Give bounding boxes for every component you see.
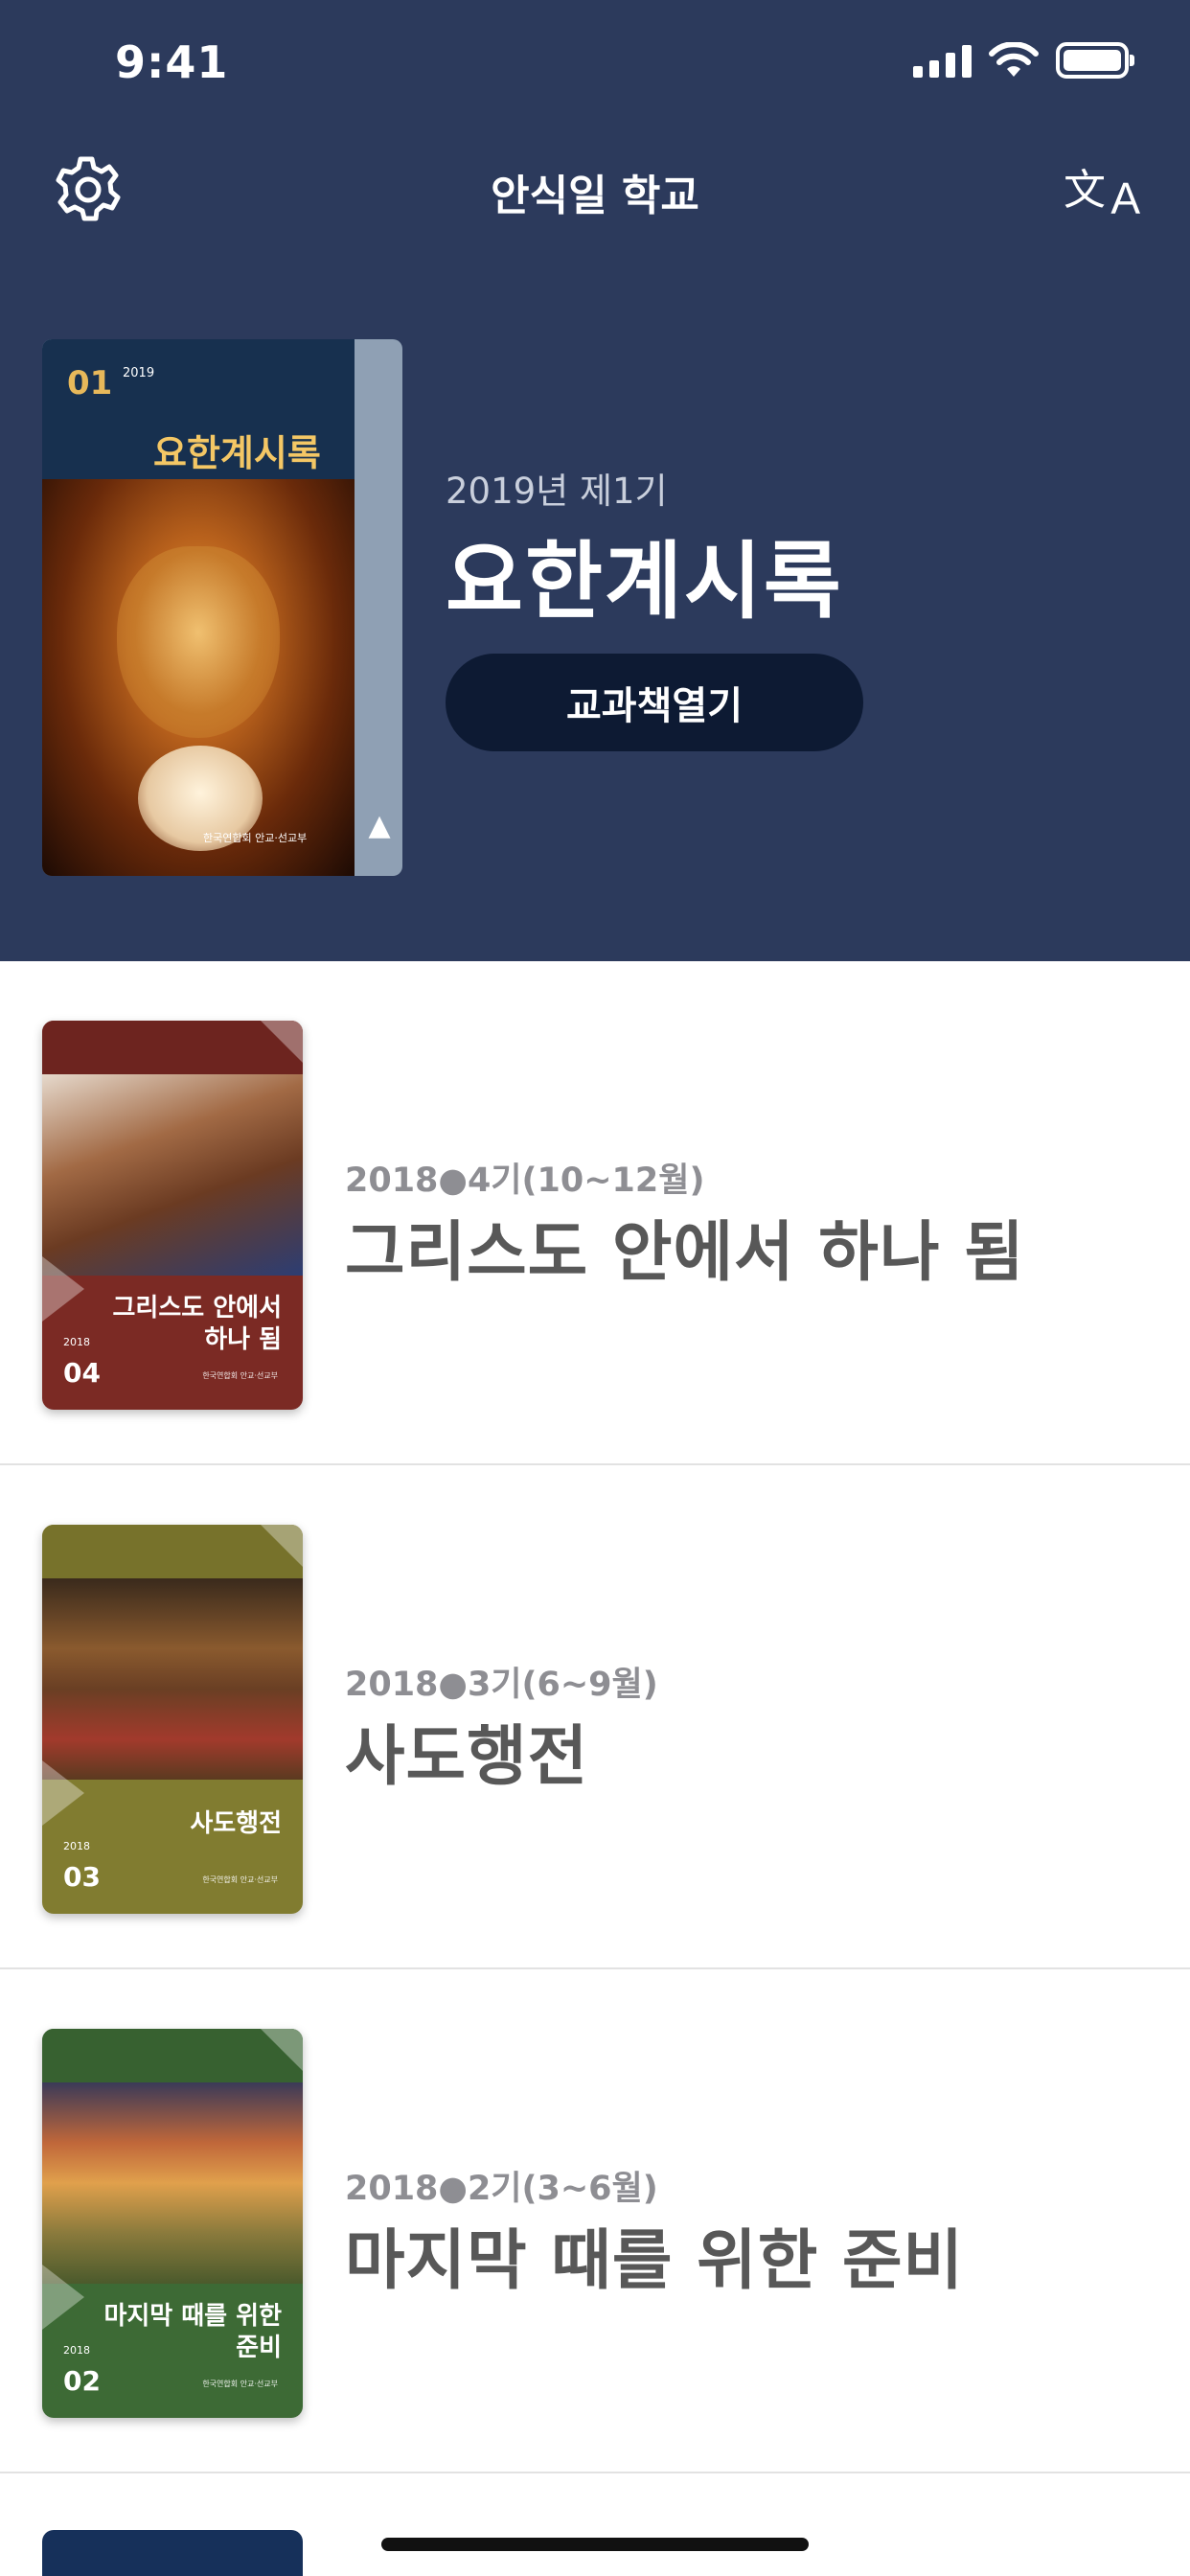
cover-acts-image bbox=[42, 1578, 303, 1780]
cover-number: 03 bbox=[63, 1861, 101, 1893]
cover-title: 사도행전 bbox=[190, 1809, 282, 1838]
lesson-cover: 그리스도 안에서 하나 됨 2018 04 한국연합회 안교·선교부 bbox=[42, 1021, 303, 1410]
cover-year: 2019 bbox=[123, 366, 155, 380]
cover-number: 04 bbox=[63, 1357, 101, 1389]
battery-icon bbox=[1056, 42, 1134, 79]
cover-hands-image bbox=[42, 1074, 303, 1276]
lesson-title: 사도행전 bbox=[345, 1719, 589, 1795]
header-panel: 9:41 안식일 학교 文 A 01 2019 요한계시록 한국연합회 안교·선… bbox=[0, 0, 1190, 961]
lesson-title: 마지막 때를 위한 준비 bbox=[345, 2223, 965, 2299]
list-item[interactable]: 마지막 때를 위한 준비 2018 02 한국연합회 안교·선교부 2018●2… bbox=[0, 1969, 1190, 2473]
cover-triangle bbox=[261, 1525, 303, 1567]
featured-subtitle: 2019년 제1기 bbox=[446, 471, 668, 512]
divider bbox=[0, 2472, 1190, 2473]
lesson-cover: 마지막 때를 위한 준비 2018 02 한국연합회 안교·선교부 bbox=[42, 2029, 303, 2418]
home-indicator[interactable] bbox=[381, 2538, 809, 2551]
lesson-title: 그리스도 안에서 하나 됨 bbox=[345, 1215, 1025, 1291]
featured-cover[interactable]: 01 2019 요한계시록 한국연합회 안교·선교부 ▲ bbox=[42, 339, 402, 876]
cover-triangle bbox=[261, 2029, 303, 2071]
lesson-subtitle: 2018●4기(10~12월) bbox=[345, 1162, 705, 1200]
lesson-cover-partial[interactable] bbox=[42, 2530, 303, 2576]
lesson-cover: 사도행전 2018 03 한국연합회 안교·선교부 bbox=[42, 1525, 303, 1914]
featured-title: 요한계시록 bbox=[446, 532, 843, 631]
cover-publisher: 한국연합회 안교·선교부 bbox=[202, 2380, 278, 2388]
cover-year: 2018 bbox=[63, 2344, 90, 2357]
cover-title: 요한계시록 bbox=[153, 432, 321, 474]
navbar: 안식일 학교 文 A bbox=[0, 144, 1190, 230]
cover-year: 2018 bbox=[63, 1840, 90, 1852]
page-title: 안식일 학교 bbox=[491, 172, 699, 220]
list-item[interactable]: 그리스도 안에서 하나 됨 2018 04 한국연합회 안교·선교부 2018●… bbox=[0, 961, 1190, 1465]
lesson-subtitle: 2018●3기(6~9월) bbox=[345, 1666, 658, 1704]
cover-number: 02 bbox=[63, 2365, 101, 2397]
cover-lion-lamb-image bbox=[42, 479, 355, 876]
translate-icon-a: A bbox=[1110, 173, 1140, 223]
translate-icon-zh: 文 bbox=[1064, 166, 1106, 215]
status-time: 9:41 bbox=[115, 36, 229, 88]
cover-sunset-image bbox=[42, 2082, 303, 2284]
signal-icon bbox=[913, 43, 972, 78]
church-logo-icon: ▲ bbox=[368, 809, 391, 842]
wifi-icon bbox=[989, 42, 1039, 77]
list-item[interactable]: 사도행전 2018 03 한국연합회 안교·선교부 2018●3기(6~9월) … bbox=[0, 1465, 1190, 1969]
lion-shape bbox=[117, 546, 280, 738]
translate-icon[interactable]: 文 A bbox=[1064, 153, 1140, 224]
cover-publisher: 한국연합회 안교·선교부 bbox=[202, 1371, 278, 1380]
cover-title: 마지막 때를 위한 준비 bbox=[103, 2302, 282, 2362]
cover-year: 2018 bbox=[63, 1336, 90, 1348]
lesson-subtitle: 2018●2기(3~6월) bbox=[345, 2170, 658, 2208]
cover-title: 그리스도 안에서 하나 됨 bbox=[112, 1294, 283, 1354]
cover-number: 01 bbox=[67, 364, 113, 402]
status-icons bbox=[913, 42, 1134, 79]
cover-publisher: 한국연합회 안교·선교부 bbox=[202, 1875, 278, 1884]
open-textbook-button[interactable]: 교과책열기 bbox=[446, 654, 863, 751]
status-bar: 9:41 bbox=[0, 0, 1190, 125]
cover-triangle bbox=[261, 1021, 303, 1063]
cover-publisher: 한국연합회 안교·선교부 bbox=[203, 832, 308, 844]
